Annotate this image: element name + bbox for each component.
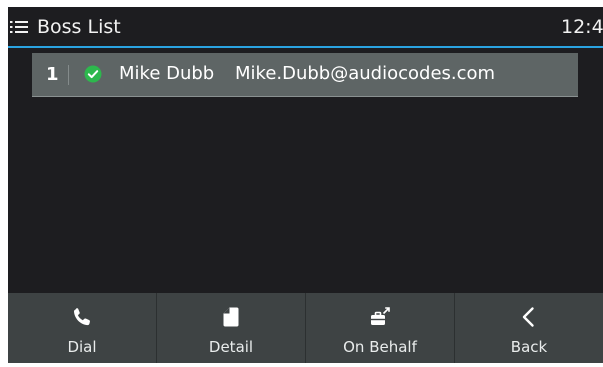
back-button[interactable]: Back — [455, 293, 603, 363]
dial-button[interactable]: Dial — [8, 293, 157, 363]
on-behalf-label: On Behalf — [343, 338, 417, 356]
softkey-bar: Dial Detail On Behalf Back — [8, 293, 603, 363]
phone-icon — [74, 308, 90, 326]
check-circle-icon — [84, 65, 102, 83]
boss-name: Mike Dubb — [119, 63, 215, 84]
on-behalf-button[interactable]: On Behalf — [306, 293, 455, 363]
chevron-left-icon — [522, 307, 534, 327]
divider — [68, 65, 69, 85]
clock: 12:47 — [561, 16, 603, 38]
dial-label: Dial — [67, 338, 97, 356]
phone-screen: Boss List 12:47 1 Mike Dubb Mike.Dubb@au… — [8, 7, 603, 363]
boss-list-item[interactable]: 1 Mike Dubb Mike.Dubb@audiocodes.com — [32, 53, 578, 97]
list-item-index: 1 — [46, 64, 59, 85]
title-bar: Boss List 12:47 — [8, 7, 603, 48]
document-icon — [223, 307, 239, 327]
briefcase-forward-icon — [371, 307, 390, 325]
boss-email: Mike.Dubb@audiocodes.com — [235, 63, 496, 84]
list-menu-icon[interactable] — [10, 19, 28, 35]
page-title: Boss List — [37, 16, 121, 38]
detail-button[interactable]: Detail — [157, 293, 306, 363]
back-label: Back — [510, 338, 548, 356]
detail-label: Detail — [208, 338, 254, 356]
